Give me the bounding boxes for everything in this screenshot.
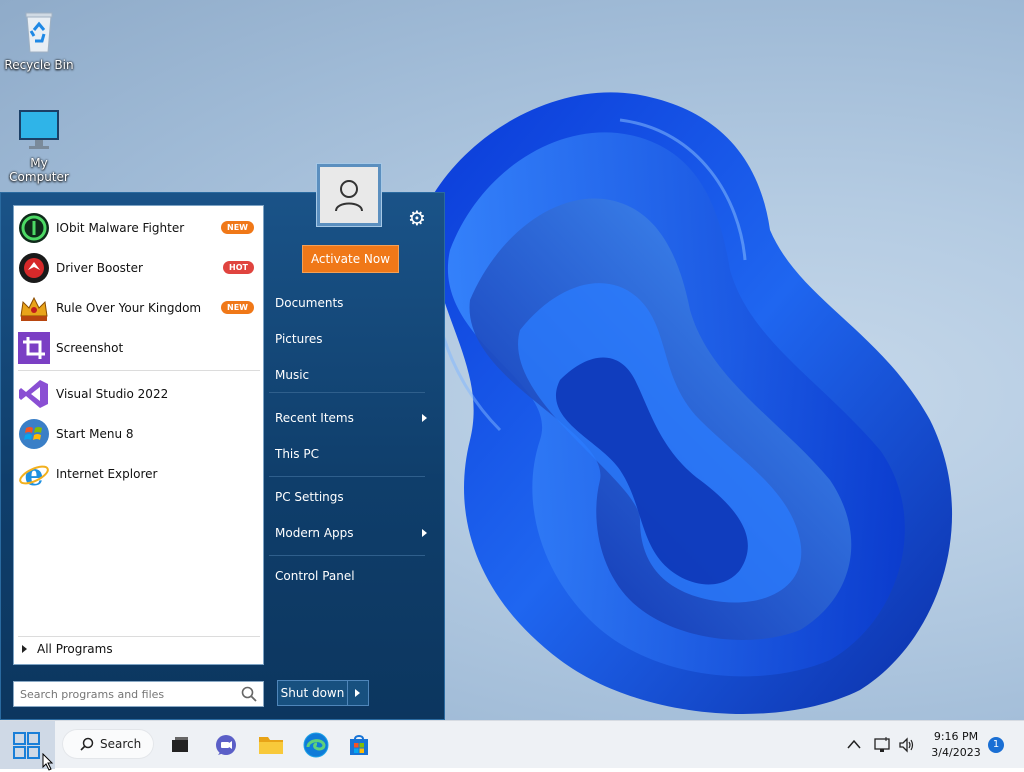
chevron-right-icon xyxy=(22,645,27,653)
volume-icon[interactable] xyxy=(898,736,916,754)
user-avatar-frame[interactable] xyxy=(316,163,382,227)
taskbar: Search 9:16 PM 3/4/2023 xyxy=(0,720,1024,771)
internet-explorer-icon: e xyxy=(18,458,50,493)
right-item-documents[interactable]: Documents xyxy=(275,291,435,315)
programs-pane: IObit Malware Fighter NEW Driver Booster… xyxy=(13,205,264,665)
all-programs-label: All Programs xyxy=(37,642,113,656)
search-icon xyxy=(80,737,94,751)
divider xyxy=(269,476,425,477)
shutdown-group: Shut down xyxy=(277,680,369,706)
right-item-modern-apps[interactable]: Modern Apps xyxy=(275,521,435,545)
right-item-label: Recent Items xyxy=(275,411,354,425)
user-avatar-icon xyxy=(320,167,378,223)
chevron-right-icon xyxy=(355,689,360,697)
taskbar-search[interactable]: Search xyxy=(62,729,154,759)
screenshot-crop-icon xyxy=(18,332,50,364)
program-item-start-menu-8[interactable]: Start Menu 8 xyxy=(18,416,260,452)
search-programs-box[interactable] xyxy=(13,681,264,707)
search-programs-input[interactable] xyxy=(14,686,241,702)
search-icon[interactable] xyxy=(241,686,257,702)
program-label: Internet Explorer xyxy=(56,467,158,481)
right-item-label: Modern Apps xyxy=(275,526,354,540)
desktop-icon-recycle-bin[interactable]: Recycle Bin xyxy=(0,10,78,72)
program-item-iobit[interactable]: IObit Malware Fighter NEW xyxy=(18,210,260,246)
chevron-right-icon xyxy=(422,529,427,537)
right-item-music[interactable]: Music xyxy=(275,363,435,387)
gear-icon[interactable]: ⚙ xyxy=(406,207,428,229)
teams-chat-icon[interactable] xyxy=(212,731,240,759)
edge-icon[interactable] xyxy=(302,731,330,759)
clock-time: 9:16 PM xyxy=(933,730,979,743)
activate-now-button[interactable]: Activate Now xyxy=(302,245,399,273)
right-item-this-pc[interactable]: This PC xyxy=(275,442,435,466)
program-label: IObit Malware Fighter xyxy=(56,221,185,235)
mouse-cursor-icon xyxy=(42,753,54,771)
program-label: Driver Booster xyxy=(56,261,143,275)
divider xyxy=(18,636,260,637)
chevron-up-icon[interactable] xyxy=(846,738,862,750)
monitor-icon xyxy=(15,108,63,152)
desktop-icon-label: My Computer xyxy=(9,156,69,184)
shutdown-button[interactable]: Shut down xyxy=(278,681,348,705)
file-explorer-icon[interactable] xyxy=(257,731,285,759)
program-label: Screenshot xyxy=(56,341,124,355)
desktop-icon-label: Recycle Bin xyxy=(4,58,74,72)
iobit-malware-fighter-icon xyxy=(18,212,50,244)
all-programs-button[interactable]: All Programs xyxy=(22,642,113,656)
clock-date: 3/4/2023 xyxy=(931,746,981,759)
start-menu-8-icon xyxy=(18,418,50,450)
store-icon[interactable] xyxy=(345,731,373,759)
divider xyxy=(269,555,425,556)
start-menu: IObit Malware Fighter NEW Driver Booster… xyxy=(0,192,445,720)
program-item-internet-explorer[interactable]: e Internet Explorer xyxy=(18,456,260,493)
driver-booster-icon xyxy=(18,252,50,284)
network-icon[interactable] xyxy=(873,736,891,754)
right-item-pictures[interactable]: Pictures xyxy=(275,327,435,351)
program-label: Rule Over Your Kingdom xyxy=(56,301,202,315)
program-item-visual-studio[interactable]: Visual Studio 2022 xyxy=(18,376,260,412)
program-item-screenshot[interactable]: Screenshot xyxy=(18,330,260,366)
taskbar-search-label: Search xyxy=(100,737,142,751)
right-item-recent-items[interactable]: Recent Items xyxy=(275,406,435,430)
shutdown-options-button[interactable] xyxy=(348,681,368,705)
clock[interactable]: 9:16 PM 3/4/2023 xyxy=(920,729,992,761)
right-item-control-panel[interactable]: Control Panel xyxy=(275,564,435,588)
divider xyxy=(269,392,425,393)
recycle-bin-icon xyxy=(15,10,63,54)
new-badge: NEW xyxy=(221,301,254,314)
right-item-pc-settings[interactable]: PC Settings xyxy=(275,485,435,509)
desktop-icon-my-computer[interactable]: My Computer xyxy=(0,108,78,184)
notification-count-badge[interactable]: 1 xyxy=(988,737,1004,753)
visual-studio-icon xyxy=(18,378,50,410)
program-label: Start Menu 8 xyxy=(56,427,134,441)
divider xyxy=(18,370,260,371)
svg-text:e: e xyxy=(24,458,43,490)
hot-badge: HOT xyxy=(223,261,254,274)
new-badge: NEW xyxy=(221,221,254,234)
chevron-right-icon xyxy=(422,414,427,422)
program-item-driver-booster[interactable]: Driver Booster HOT xyxy=(18,250,260,286)
kingdom-crown-icon xyxy=(18,292,50,324)
program-item-rule-over-your-kingdom[interactable]: Rule Over Your Kingdom NEW xyxy=(18,290,260,326)
program-label: Visual Studio 2022 xyxy=(56,387,169,401)
task-view-icon[interactable] xyxy=(166,731,194,759)
